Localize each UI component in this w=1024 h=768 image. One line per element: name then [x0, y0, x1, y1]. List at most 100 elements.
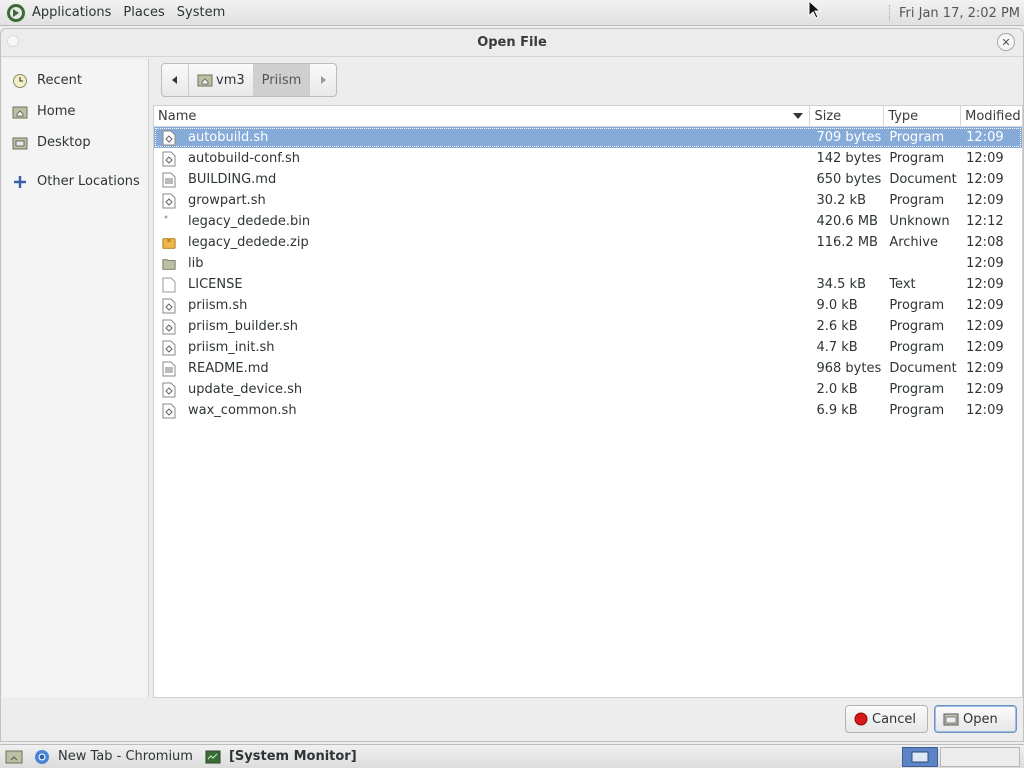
- column-header-label: Type: [888, 109, 919, 124]
- file-name-cell: priism_builder.sh: [154, 316, 810, 337]
- cancel-button[interactable]: Cancel: [845, 705, 928, 733]
- column-header-label: Modified: [965, 109, 1021, 124]
- file-row[interactable]: README.md 968 bytes Document 12:09: [154, 358, 1022, 379]
- system-menu[interactable]: System: [171, 0, 231, 26]
- workspace-1[interactable]: [902, 747, 938, 767]
- close-icon[interactable]: ✕: [997, 33, 1015, 51]
- sidebar-item-other-locations[interactable]: Other Locations: [2, 166, 148, 197]
- column-header-name[interactable]: Name: [154, 106, 811, 127]
- column-header-type[interactable]: Type: [884, 106, 962, 127]
- file-size: 650 bytes: [816, 172, 882, 187]
- file-modified: 12:09: [966, 172, 1004, 187]
- file-modified: 12:09: [966, 193, 1004, 208]
- workspace-window-icon: [911, 751, 929, 763]
- script-icon: [162, 298, 176, 314]
- binary-icon: [162, 214, 176, 230]
- file-size: 116.2 MB: [816, 235, 878, 250]
- file-row[interactable]: BUILDING.md 650 bytes Document 12:09: [154, 169, 1022, 190]
- file-row[interactable]: autobuild-conf.sh 142 bytes Program 12:09: [154, 148, 1022, 169]
- sidebar-item-desktop[interactable]: Desktop: [2, 127, 148, 158]
- window-menu-icon[interactable]: [7, 35, 19, 47]
- file-name-cell: autobuild.sh: [154, 127, 810, 148]
- file-size: 4.7 kB: [816, 340, 858, 355]
- file-list[interactable]: Name Size Type Modified autobuild.sh 709 …: [153, 105, 1023, 698]
- script-icon: [162, 340, 176, 356]
- file-type: Program: [889, 403, 945, 418]
- sidebar-item-label: Other Locations: [37, 174, 140, 189]
- file-name: update_device.sh: [188, 382, 303, 397]
- file-name-cell: update_device.sh: [154, 379, 810, 400]
- bottom-panel: New Tab - Chromium [System Monitor]: [0, 744, 1024, 768]
- places-sidebar: Recent Home Desktop Other Locations: [2, 59, 149, 697]
- file-name: LICENSE: [188, 277, 243, 292]
- file-type: Document: [889, 172, 957, 187]
- workspace-2[interactable]: [940, 747, 1020, 767]
- chromium-icon: [35, 749, 49, 764]
- file-name-cell: LICENSE: [154, 274, 810, 295]
- column-header-modified[interactable]: Modified: [961, 106, 1022, 127]
- file-row[interactable]: update_device.sh 2.0 kB Program 12:09: [154, 379, 1022, 400]
- file-row[interactable]: legacy_dedede.bin 420.6 MB Unknown 12:12: [154, 211, 1022, 232]
- file-size: 142 bytes: [816, 151, 882, 166]
- applications-menu[interactable]: Applications: [26, 0, 117, 26]
- file-name: legacy_dedede.bin: [188, 214, 311, 229]
- path-segment-vm3[interactable]: vm3: [189, 64, 254, 96]
- file-rows: autobuild.sh 709 bytes Program 12:09 autobui…: [154, 127, 1022, 421]
- file-type: Document: [889, 361, 957, 376]
- file-type: Text: [889, 277, 916, 292]
- file-row[interactable]: LICENSE 34.5 kB Text 12:09: [154, 274, 1022, 295]
- document-icon: [162, 361, 176, 377]
- open-file-dialog: Open File ✕ Recent Home Desktop Other Lo…: [0, 28, 1024, 742]
- file-modified: 12:09: [966, 298, 1004, 313]
- file-name-cell: growpart.sh: [154, 190, 810, 211]
- chevron-right-icon: [321, 76, 327, 84]
- places-menu[interactable]: Places: [117, 0, 170, 26]
- clock[interactable]: Fri Jan 17, 2:02 PM: [889, 0, 1020, 26]
- path-back-button[interactable]: [162, 64, 189, 96]
- path-segment-priism[interactable]: Priism: [253, 64, 311, 96]
- dialog-titlebar[interactable]: Open File ✕: [1, 29, 1023, 57]
- document-icon: [162, 172, 176, 188]
- file-row[interactable]: wax_common.sh 6.9 kB Program 12:09: [154, 400, 1022, 421]
- file-type: Program: [889, 382, 945, 397]
- file-modified: 12:09: [966, 382, 1004, 397]
- taskbar-item-label: [System Monitor]: [228, 749, 357, 764]
- file-row[interactable]: priism.sh 9.0 kB Program 12:09: [154, 295, 1022, 316]
- file-type: Program: [889, 298, 945, 313]
- file-size: 30.2 kB: [816, 193, 866, 208]
- plus-icon: [12, 174, 28, 190]
- file-name-cell: legacy_dedede.bin: [154, 211, 810, 232]
- file-size: [810, 253, 884, 274]
- script-icon: [162, 382, 176, 398]
- taskbar-item-system-monitor[interactable]: [System Monitor]: [199, 746, 363, 768]
- file-row[interactable]: lib 12:09: [154, 253, 1022, 274]
- file-modified: 12:09: [966, 403, 1004, 418]
- taskbar-item-chromium[interactable]: New Tab - Chromium: [28, 746, 199, 768]
- sidebar-item-recent[interactable]: Recent: [2, 65, 148, 96]
- script-icon: [162, 193, 176, 209]
- file-row[interactable]: growpart.sh 30.2 kB Program 12:09: [154, 190, 1022, 211]
- path-segment-label: vm3: [216, 72, 245, 88]
- file-name-cell: BUILDING.md: [154, 169, 810, 190]
- file-name-cell: wax_common.sh: [154, 400, 810, 421]
- file-row[interactable]: autobuild.sh 709 bytes Program 12:09: [154, 127, 1022, 148]
- open-folder-icon: [943, 712, 959, 726]
- file-name: priism_init.sh: [188, 340, 275, 355]
- cancel-icon: [854, 712, 868, 726]
- mate-logo-icon[interactable]: [6, 3, 26, 23]
- show-desktop-button[interactable]: [4, 748, 24, 766]
- path-forward-button[interactable]: [310, 64, 336, 96]
- file-row[interactable]: priism_init.sh 4.7 kB Program 12:09: [154, 337, 1022, 358]
- column-header-size[interactable]: Size: [810, 106, 885, 127]
- file-type: Program: [889, 151, 945, 166]
- file-modified: 12:09: [966, 151, 1004, 166]
- file-name-cell: autobuild-conf.sh: [154, 148, 810, 169]
- sidebar-item-home[interactable]: Home: [2, 96, 148, 127]
- file-type: Unknown: [889, 214, 950, 229]
- file-row[interactable]: legacy_dedede.zip 116.2 MB Archive 12:08: [154, 232, 1022, 253]
- file-row[interactable]: priism_builder.sh 2.6 kB Program 12:09: [154, 316, 1022, 337]
- dialog-title: Open File: [477, 35, 547, 50]
- file-list-header: Name Size Type Modified: [154, 106, 1022, 127]
- file-name: wax_common.sh: [188, 403, 297, 418]
- open-button[interactable]: Open: [934, 705, 1017, 733]
